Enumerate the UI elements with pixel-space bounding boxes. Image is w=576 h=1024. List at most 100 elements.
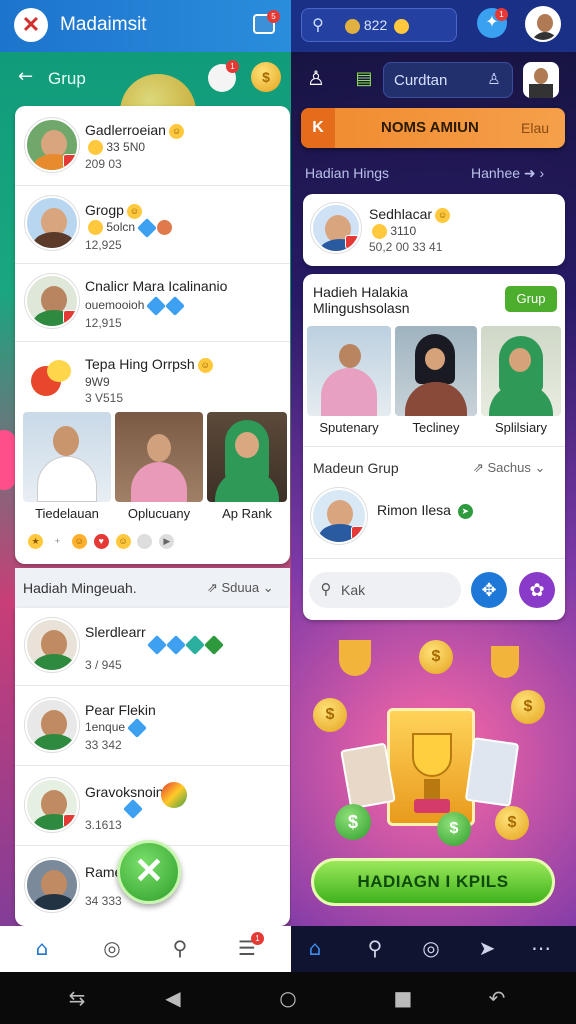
- group-photo[interactable]: [207, 412, 287, 502]
- banner-right: Elau: [521, 120, 550, 136]
- group-photo[interactable]: [115, 412, 203, 502]
- overview-square-icon[interactable]: ■: [390, 986, 416, 1010]
- more-icon[interactable]: ⋯: [529, 936, 553, 960]
- top-search-input[interactable]: ⚲ 822: [301, 8, 457, 42]
- smile-emoji-icon: ☺: [435, 207, 451, 223]
- shop-icon[interactable]: ▤: [353, 68, 375, 90]
- section-action[interactable]: Hanhee ➜ ›: [471, 165, 544, 182]
- grup-button[interactable]: Grup: [505, 286, 557, 312]
- profile-thumb[interactable]: [523, 62, 559, 98]
- reaction-row: ★ + ☺ ♥ ☺ ▶: [25, 532, 175, 549]
- send-icon[interactable]: ➤: [475, 936, 499, 960]
- history-icon[interactable]: ◎: [100, 936, 124, 960]
- target-icon[interactable]: ◎: [419, 936, 443, 960]
- group-photo[interactable]: [307, 326, 391, 416]
- list-item[interactable]: Cnalicr Mara Icalinanio ouemooioh 12,915: [15, 264, 290, 342]
- section-action-label: Hanhee: [471, 165, 521, 181]
- list-item[interactable]: Gravoksnoin 3.1613: [15, 766, 290, 846]
- parrot-sticker-icon: [25, 352, 75, 402]
- heart-emoji-icon[interactable]: ♥: [93, 533, 109, 549]
- play-icon[interactable]: ▶: [159, 533, 175, 549]
- diamond-icon: [137, 217, 157, 238]
- search-icon[interactable]: ⚲: [168, 936, 192, 960]
- avatar: [25, 618, 79, 672]
- chat-emoji-icon[interactable]: [137, 533, 153, 549]
- shuffle-button[interactable]: ✥: [471, 572, 507, 608]
- smile-emoji-icon: ☺: [126, 203, 142, 219]
- item-name: Sedhlacar: [369, 206, 433, 222]
- photo-label: Tecliney: [412, 420, 460, 435]
- back-triangle-icon[interactable]: ◀: [160, 986, 186, 1010]
- chest-icon: [345, 18, 360, 34]
- diamond-icon: [127, 717, 147, 738]
- app-logo-icon[interactable]: ✕: [14, 8, 48, 42]
- group-list-card: Gadlerroeian ☺ 33 5N0 209 03 Grogp ☺ 5olcn…: [15, 106, 290, 564]
- item-sub: 1enque: [85, 720, 126, 734]
- list-item[interactable]: Gadlerroeian ☺ 33 5N0 209 03: [15, 106, 290, 186]
- green-coin-icon: $: [437, 812, 471, 846]
- feature-card[interactable]: Sedhlacar ☺ 3110 50,2 00 33 41: [303, 194, 565, 266]
- plus-icon[interactable]: +: [49, 533, 65, 549]
- face-emoji-icon: [157, 220, 173, 236]
- system-nav-bar: ⇆ ◀ ○ ■ ↶: [0, 972, 576, 1024]
- profile-avatar[interactable]: [525, 6, 561, 42]
- app-title: Madaimsit: [60, 14, 147, 35]
- grup-title: Grup: [48, 69, 86, 88]
- home-icon[interactable]: ⌂: [303, 936, 327, 960]
- item-count: 12,915: [85, 316, 122, 330]
- section-action[interactable]: ⇗ Sduua ⌄: [207, 580, 274, 596]
- item-count: 34 333: [85, 894, 122, 908]
- item-sub: ouemooioh: [85, 298, 145, 312]
- avatar: [25, 698, 79, 752]
- madeun-action[interactable]: ⇗ Sachus ⌄: [473, 460, 545, 476]
- back-arrow-icon[interactable]: ←: [18, 66, 33, 87]
- search-value: 822: [363, 17, 388, 33]
- promo-banner[interactable]: K NOMS AMIUN Elau: [301, 108, 565, 148]
- diamond-icon: [204, 634, 224, 655]
- list-item[interactable]: Grogp ☺ 5olcn 12,925: [15, 186, 290, 264]
- right-panel: ⚲ 822 ✦ 1 ♙ ▤ Curdtan ♙ K NOMS AMIUN Ela…: [291, 0, 576, 972]
- verified-check-icon: ➤: [457, 503, 473, 519]
- coin-emoji-icon: [88, 140, 103, 156]
- share-icon: ⇗: [473, 460, 488, 475]
- green-coin-icon: $: [335, 804, 371, 840]
- group-photo[interactable]: [481, 326, 561, 416]
- home-circle-icon[interactable]: ○: [275, 986, 301, 1010]
- home-icon[interactable]: ⌂: [30, 936, 54, 960]
- trophy-icon: [412, 733, 452, 777]
- clover-button[interactable]: ✿: [519, 572, 555, 608]
- list-item[interactable]: Tepa Hing Orrpsh ☺ 9W9 3 V515: [15, 342, 290, 414]
- diamond-icon: [165, 295, 186, 316]
- group-photo[interactable]: [395, 326, 477, 416]
- share-icon: ⇗: [207, 580, 222, 595]
- item-name: Pear Flekin: [85, 702, 156, 718]
- trophy-card: [387, 708, 475, 826]
- user-icon[interactable]: ♙: [303, 66, 329, 92]
- item-name: Grogp: [85, 202, 124, 218]
- claim-reward-button[interactable]: HADIAGN I KPILS: [311, 858, 555, 906]
- undo-icon[interactable]: ↶: [484, 986, 510, 1010]
- avatar[interactable]: [311, 488, 367, 544]
- laugh-emoji-icon[interactable]: ☺: [71, 533, 87, 549]
- tab-label: Curdtan: [394, 72, 448, 89]
- group-photo[interactable]: [23, 412, 111, 502]
- close-fab-button[interactable]: ✕: [117, 840, 181, 904]
- coin-icon[interactable]: $: [251, 62, 281, 92]
- avatar: [311, 203, 361, 253]
- photo-label: Sputenary: [319, 420, 379, 435]
- recent-apps-icon[interactable]: ⇆: [64, 986, 90, 1010]
- person-icon: ♙: [487, 70, 501, 88]
- list-item[interactable]: Pear Flekin 1enque 33 342: [15, 686, 290, 766]
- group-search-input[interactable]: ⚲ Kak: [309, 572, 461, 608]
- item-count: 12,925: [85, 238, 122, 252]
- search-icon[interactable]: ⚲: [363, 936, 387, 960]
- star-emoji-icon[interactable]: ★: [28, 533, 43, 549]
- smile-emoji-icon: [394, 18, 410, 34]
- item-count: 3 / 945: [85, 658, 122, 672]
- search-placeholder: Kak: [341, 582, 366, 598]
- list-item[interactable]: Slerdlearr 3 / 945: [15, 608, 290, 686]
- grin-emoji-icon[interactable]: ☺: [115, 533, 131, 549]
- item-name: Gravoksnoin: [85, 784, 164, 800]
- app-header: ✕ Madaimsit 5: [0, 0, 291, 52]
- tab-curdtan[interactable]: Curdtan ♙: [383, 62, 513, 98]
